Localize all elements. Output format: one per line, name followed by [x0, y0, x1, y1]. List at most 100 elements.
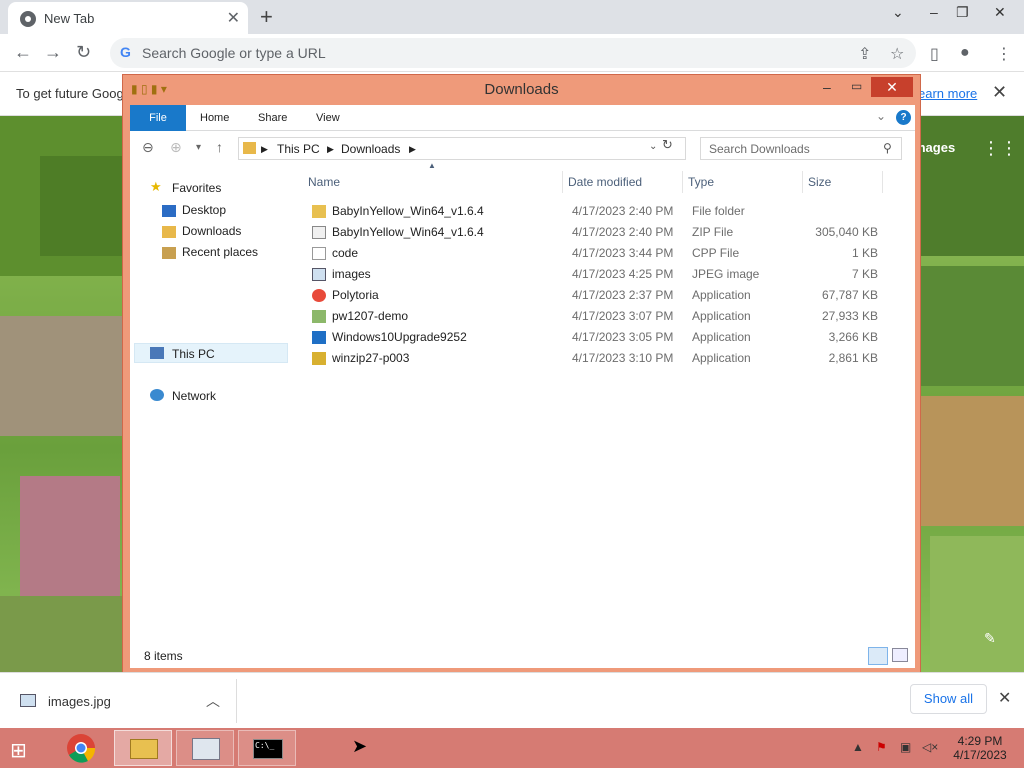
download-file-name[interactable]: images.jpg [48, 694, 111, 709]
column-header-size[interactable]: Size [808, 175, 831, 189]
menu-kebab-icon[interactable]: ⋮ [996, 44, 1012, 64]
info-bar-close-icon[interactable]: ✕ [992, 82, 1007, 103]
chevron-up-icon[interactable]: ︿ [206, 691, 220, 711]
winzip-icon [312, 352, 326, 365]
refresh-icon[interactable]: ↻ [662, 137, 673, 153]
nav-forward-icon[interactable]: ⊕ [170, 139, 182, 156]
taskbar-file-explorer-button[interactable] [114, 730, 172, 766]
nav-network[interactable]: Network [172, 389, 216, 403]
profile-avatar-icon[interactable]: ● [960, 44, 970, 62]
back-icon[interactable]: ← [14, 42, 32, 63]
file-row[interactable]: pw1207-demo 4/17/2023 3:07 PM Applicatio… [300, 306, 900, 327]
column-divider[interactable] [882, 171, 883, 193]
nav-desktop[interactable]: Desktop [182, 203, 226, 217]
column-divider[interactable] [562, 171, 563, 193]
file-row[interactable]: BabyInYellow_Win64_v1.6.4 4/17/2023 2:40… [300, 222, 900, 243]
explorer-minimize-icon[interactable]: – [823, 79, 831, 95]
mouse-cursor-icon: ➤ [352, 736, 368, 756]
ribbon-tab-view[interactable]: View [316, 105, 340, 131]
tab-search-icon[interactable]: ⌄ [892, 4, 904, 21]
column-header-date-modified[interactable]: Date modified [568, 175, 642, 189]
taskbar-command-prompt-button[interactable]: C:\_ [238, 730, 296, 766]
file-row[interactable]: BabyInYellow_Win64_v1.6.4 4/17/2023 2:40… [300, 201, 900, 222]
restore-icon[interactable]: ❐ [956, 4, 969, 21]
forward-icon[interactable]: → [44, 42, 62, 63]
volume-muted-icon[interactable]: ◁× [922, 740, 938, 754]
ribbon-tab-share[interactable]: Share [258, 105, 287, 131]
nav-recent-places[interactable]: Recent places [182, 245, 258, 259]
sort-arrow-icon: ▲ [428, 161, 436, 170]
reload-icon[interactable]: ↻ [76, 42, 91, 63]
file-name: winzip27-p003 [332, 351, 410, 365]
clock-time: 4:29 PM [957, 734, 1003, 748]
up-arrow-icon[interactable]: ↑ [216, 139, 223, 155]
file-name: pw1207-demo [332, 309, 409, 323]
new-tab-button[interactable]: + [260, 4, 273, 30]
side-panel-icon[interactable]: ▯ [930, 44, 939, 64]
breadcrumb-separator-icon[interactable]: ▶ [261, 144, 268, 155]
search-box[interactable]: Search Downloads ⚲ [700, 137, 902, 160]
file-row[interactable]: winzip27-p003 4/17/2023 3:10 PM Applicat… [300, 348, 900, 369]
file-date: 4/17/2023 4:25 PM [572, 267, 674, 281]
ribbon-expand-icon[interactable]: ⌄ [876, 109, 886, 123]
explorer-maximize-icon[interactable]: ▭ [851, 79, 862, 93]
column-divider[interactable] [802, 171, 803, 193]
search-icon[interactable]: ⚲ [883, 141, 892, 155]
system-clock[interactable]: 4:29 PM 4/17/2023 [944, 734, 1016, 762]
taskbar-chrome-button[interactable] [52, 730, 110, 766]
taskbar-performance-monitor-button[interactable] [176, 730, 234, 766]
share-icon[interactable]: ⇪ [858, 44, 871, 64]
show-hidden-icons-icon[interactable]: ▲ [852, 740, 864, 754]
file-row[interactable]: images 4/17/2023 4:25 PM JPEG image 7 KB [300, 264, 900, 285]
file-type: CPP File [692, 246, 740, 260]
large-icons-view-icon[interactable] [892, 648, 908, 662]
ribbon-tab-home[interactable]: Home [200, 105, 229, 131]
help-icon[interactable]: ? [896, 110, 911, 125]
installer-icon [312, 310, 326, 323]
nav-favorites[interactable]: Favorites [172, 181, 221, 195]
document-icon [312, 247, 326, 260]
nav-back-icon[interactable]: ⊖ [142, 139, 154, 156]
network-tray-icon[interactable]: ▣ [900, 740, 911, 754]
bookmark-star-icon[interactable]: ☆ [890, 44, 904, 64]
column-divider[interactable] [682, 171, 683, 193]
address-dropdown-icon[interactable]: ⌄ [649, 141, 657, 152]
column-header-name[interactable]: Name [308, 175, 340, 189]
file-type: Application [692, 330, 751, 344]
ribbon-tab-file[interactable]: File [130, 105, 186, 131]
file-row[interactable]: Polytoria 4/17/2023 2:37 PM Application … [300, 285, 900, 306]
breadcrumb-downloads[interactable]: Downloads [341, 142, 400, 156]
explorer-close-button[interactable]: ✕ [871, 77, 913, 97]
windows-icon [312, 331, 326, 344]
omnibox[interactable]: G Search Google or type a URL [110, 38, 916, 68]
file-size: 67,787 KB [821, 288, 878, 302]
address-bar[interactable]: ▶ This PC ▶ Downloads ▶ ⌄ [238, 137, 686, 160]
close-window-icon[interactable]: ✕ [994, 4, 1006, 21]
window-title: Downloads [484, 81, 559, 98]
tab-new-tab[interactable]: New Tab ✕ [8, 2, 248, 34]
show-all-button[interactable]: Show all [910, 684, 987, 714]
apps-grid-icon[interactable]: ⋮⋮ [982, 138, 1018, 159]
explorer-window: ▮ ▯ ▮ ▾ Downloads – ▭ ✕ File Home Share … [122, 74, 921, 674]
learn-more-link[interactable]: earn more [918, 86, 977, 101]
nav-downloads[interactable]: Downloads [182, 224, 241, 238]
this-pc-icon [243, 142, 256, 154]
breadcrumb-this-pc[interactable]: This PC [277, 142, 320, 156]
nav-this-pc[interactable]: This PC [172, 347, 215, 361]
action-center-flag-icon[interactable]: ⚑ [876, 740, 887, 754]
column-header-type[interactable]: Type [688, 175, 714, 189]
file-row[interactable]: code 4/17/2023 3:44 PM CPP File 1 KB [300, 243, 900, 264]
minimize-icon[interactable]: – [930, 4, 938, 20]
breadcrumb-separator-icon[interactable]: ▶ [409, 144, 416, 155]
windows-start-icon[interactable]: ⊞ [10, 738, 27, 763]
breadcrumb-separator-icon[interactable]: ▶ [327, 144, 334, 155]
downloads-bar-close-icon[interactable]: ✕ [998, 688, 1011, 708]
tab-close-icon[interactable]: ✕ [227, 8, 240, 28]
file-row[interactable]: Windows10Upgrade9252 4/17/2023 3:05 PM A… [300, 327, 900, 348]
customize-pencil-icon[interactable]: ✎ [984, 630, 996, 647]
tab-title: New Tab [44, 11, 95, 26]
file-date: 4/17/2023 2:40 PM [572, 225, 674, 239]
details-view-icon[interactable] [868, 647, 888, 665]
file-size: 3,266 KB [828, 330, 878, 344]
recent-locations-icon[interactable]: ▾ [196, 142, 201, 153]
